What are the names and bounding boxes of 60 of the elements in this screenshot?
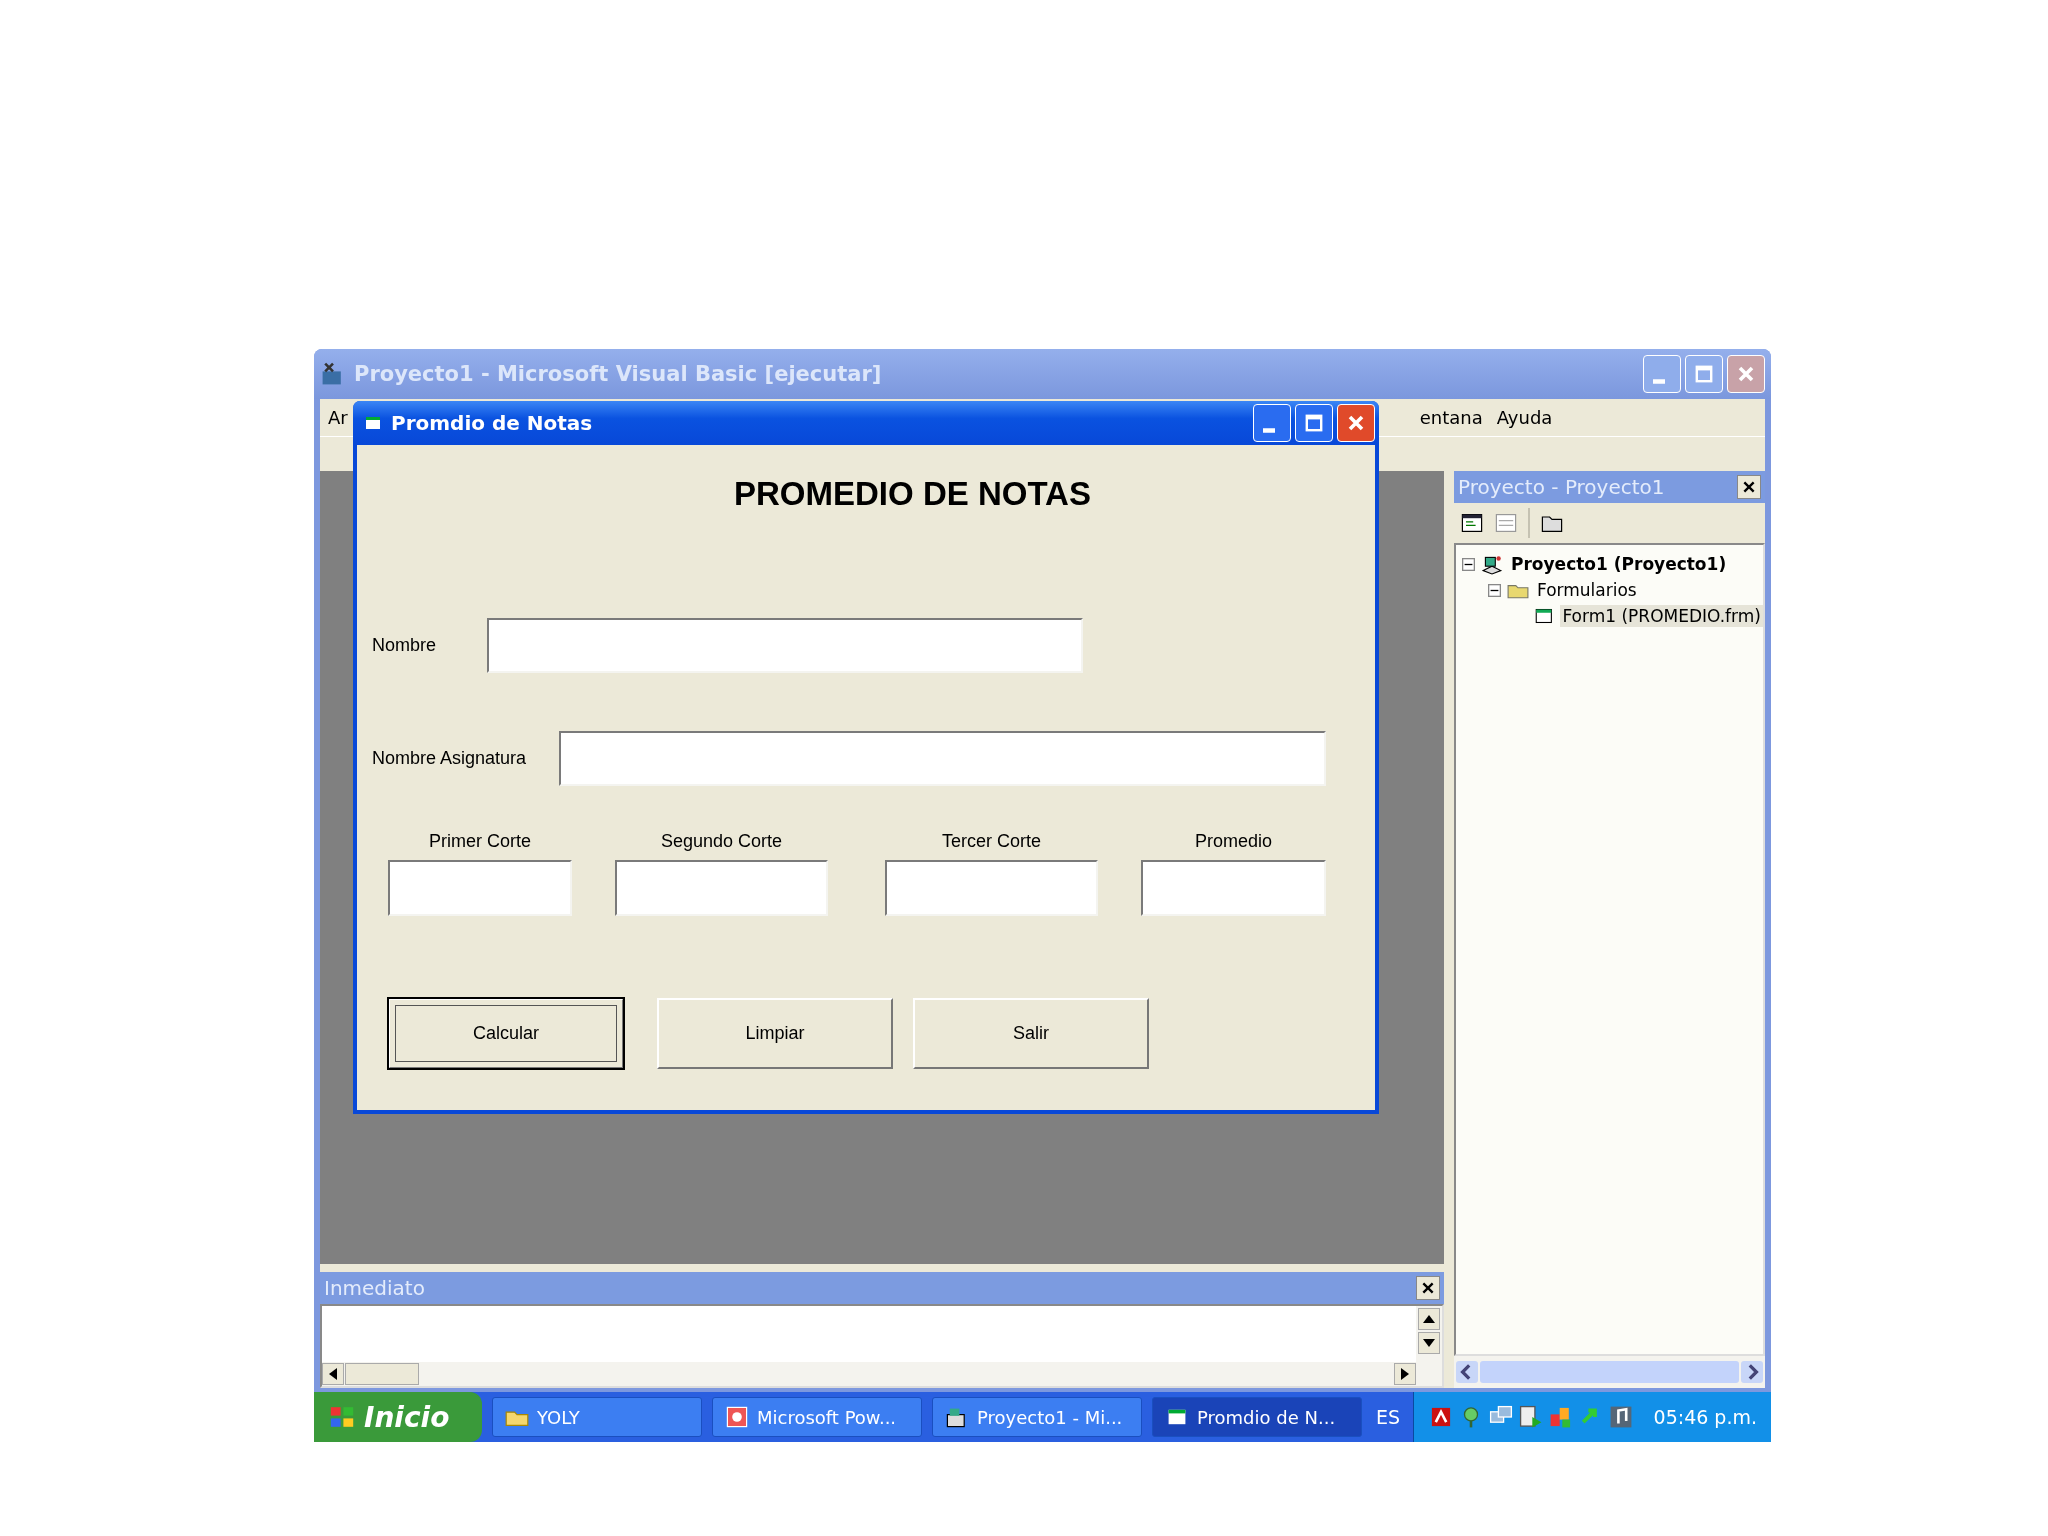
- window-title: Proyecto1 - Microsoft Visual Basic [ejecutar]: [354, 362, 882, 386]
- minimize-button[interactable]: [1253, 404, 1291, 442]
- field-label: Nombre Asignatura: [372, 748, 528, 769]
- scroll-left-icon[interactable]: [1456, 1361, 1478, 1383]
- form-button[interactable]: Calcular: [388, 998, 624, 1069]
- panel-title: Inmediato: [324, 1276, 425, 1300]
- menu-item[interactable]: entana: [1419, 407, 1483, 428]
- text-field[interactable]: [559, 731, 1326, 786]
- taskbar-button[interactable]: Promdio de N...: [1152, 1397, 1362, 1437]
- taskbar-button[interactable]: YOLY: [492, 1397, 702, 1437]
- collapse-icon[interactable]: [1488, 583, 1501, 597]
- tree-item[interactable]: Form1 (PROMEDIO.frm): [1560, 605, 1763, 627]
- tree-item[interactable]: Formularios: [1535, 579, 1639, 601]
- collapse-icon[interactable]: [1462, 557, 1475, 571]
- view-code-icon[interactable]: [1460, 511, 1484, 535]
- text-field[interactable]: [615, 860, 828, 916]
- menu-item[interactable]: Ar: [328, 407, 348, 428]
- project-icon: [1481, 553, 1503, 575]
- form-button[interactable]: Salir: [913, 998, 1149, 1069]
- field-label: Primer Corte: [429, 831, 531, 852]
- scroll-right-icon[interactable]: [1394, 1363, 1416, 1385]
- text-field[interactable]: [388, 860, 572, 916]
- view-form-icon[interactable]: [1494, 511, 1518, 535]
- start-button[interactable]: Inicio: [314, 1392, 482, 1442]
- minimize-button[interactable]: [1643, 355, 1681, 393]
- dialog-title: Promdio de Notas: [391, 411, 593, 435]
- menu-item[interactable]: Ayuda: [1496, 407, 1553, 428]
- horizontal-scrollbar[interactable]: [322, 1362, 1416, 1386]
- form-heading: PROMEDIO DE NOTAS: [733, 475, 1092, 514]
- minimize-icon: [1653, 379, 1665, 384]
- text-field[interactable]: [1141, 860, 1326, 916]
- scroll-left-icon[interactable]: [322, 1363, 344, 1385]
- scroll-right-icon[interactable]: [1741, 1361, 1763, 1383]
- close-icon: [1742, 480, 1756, 494]
- close-button[interactable]: [1737, 475, 1761, 499]
- scroll-thumb[interactable]: [1480, 1361, 1739, 1383]
- language-indicator[interactable]: ES: [1376, 1406, 1401, 1428]
- minimize-icon: [1263, 428, 1275, 433]
- maximize-button[interactable]: [1295, 404, 1333, 442]
- taskbar-button[interactable]: Proyecto1 - Mi...: [932, 1397, 1142, 1437]
- media-icon[interactable]: [1517, 1404, 1544, 1430]
- close-button[interactable]: [1416, 1276, 1440, 1300]
- form-button[interactable]: Limpiar: [657, 998, 893, 1069]
- taskbar-button[interactable]: Microsoft Pow...: [712, 1397, 922, 1437]
- scroll-up-icon[interactable]: [1418, 1308, 1440, 1330]
- close-icon: [1421, 1281, 1435, 1295]
- field-label: Segundo Corte: [660, 831, 783, 852]
- clock: 05:46 p.m.: [1653, 1406, 1757, 1428]
- horizontal-scrollbar[interactable]: [1454, 1356, 1765, 1388]
- field-label: Tercer Corte: [942, 831, 1041, 852]
- field-label: Nombre: [372, 635, 438, 656]
- panel-title: Proyecto - Proyecto1: [1458, 475, 1665, 499]
- field-label: Promedio: [1194, 831, 1272, 852]
- maximize-button[interactable]: [1685, 355, 1723, 393]
- presentation-icon: [725, 1405, 749, 1429]
- text-field[interactable]: [487, 618, 1083, 673]
- tree-item[interactable]: Proyecto1 (Proyecto1): [1509, 553, 1729, 575]
- scroll-down-icon[interactable]: [1418, 1332, 1440, 1354]
- text-field[interactable]: [885, 860, 1098, 916]
- scroll-thumb[interactable]: [345, 1363, 419, 1385]
